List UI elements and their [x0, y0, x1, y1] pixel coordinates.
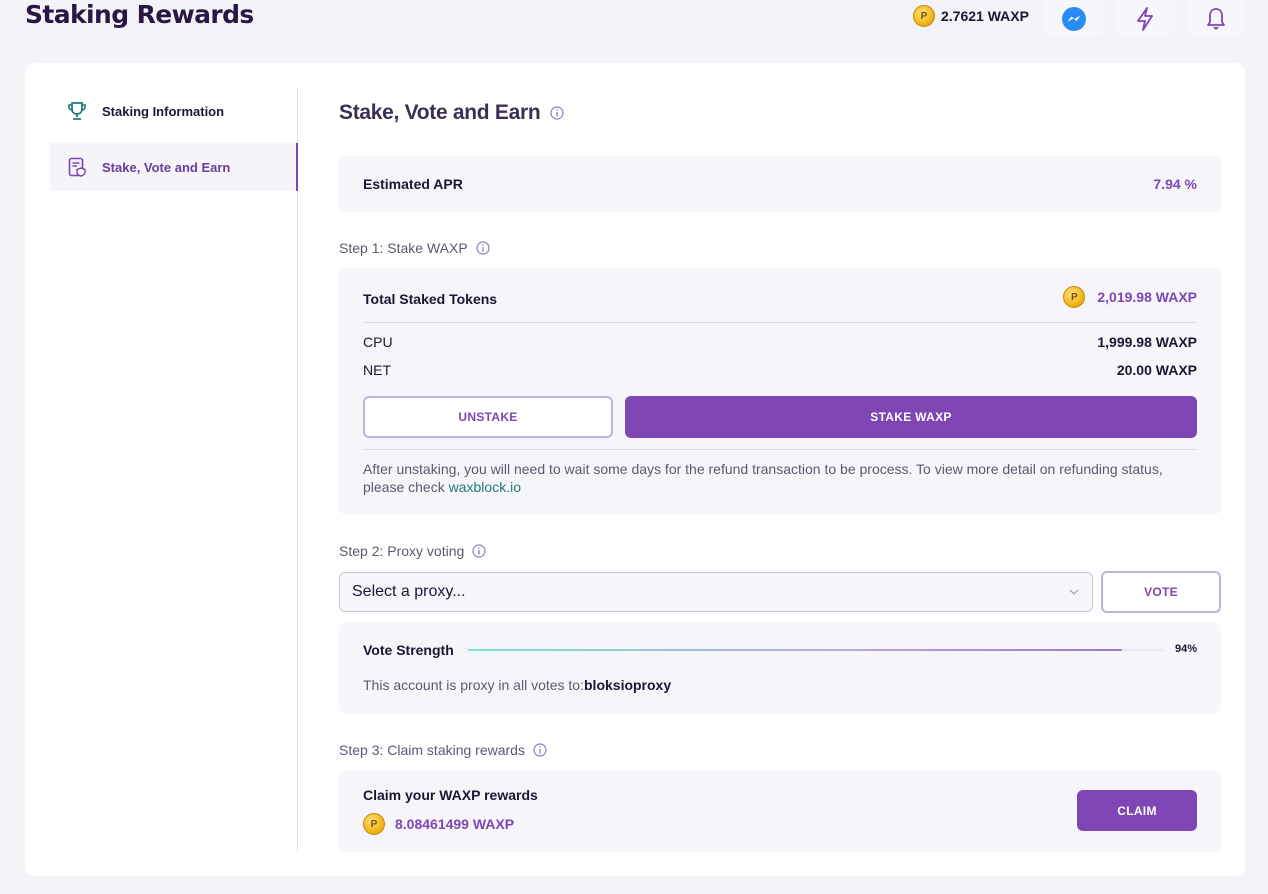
lightning-button[interactable] — [1115, 0, 1175, 38]
info-icon[interactable] — [550, 106, 564, 120]
total-staked-value: 2,019.98 WAXP — [1097, 289, 1197, 305]
divider — [363, 322, 1197, 323]
step2-label: Step 2: Proxy voting — [339, 543, 486, 559]
net-label: NET — [363, 362, 391, 378]
step1-label: Step 1: Stake WAXP — [339, 240, 490, 256]
sidebar-item-stake-vote-earn[interactable]: Stake, Vote and Earn — [50, 143, 298, 191]
content-card: Staking Information Stake, Vote and Earn… — [25, 63, 1245, 876]
section-title: Stake, Vote and Earn — [339, 101, 564, 125]
info-icon[interactable] — [472, 544, 486, 558]
unstake-button[interactable]: UNSTAKE — [363, 396, 613, 438]
step2-label-text: Step 2: Proxy voting — [339, 543, 465, 559]
document-shield-icon — [68, 157, 86, 177]
coin-icon: P — [363, 813, 385, 835]
page-title: Staking Rewards — [25, 0, 254, 29]
total-staked-label: Total Staked Tokens — [363, 291, 498, 307]
claim-amount: P 8.08461499 WAXP — [363, 813, 514, 835]
step1-label-text: Step 1: Stake WAXP — [339, 240, 468, 256]
coin-icon: P — [1063, 286, 1086, 308]
bell-icon — [1207, 8, 1225, 30]
section-title-text: Stake, Vote and Earn — [339, 101, 541, 124]
wallet-balance[interactable]: P 2.7621 WAXP — [913, 4, 1029, 28]
claim-amount-value: 8.08461499 WAXP — [395, 816, 515, 832]
vote-button[interactable]: VOTE — [1101, 571, 1221, 613]
proxy-info-text: This account is proxy in all votes to: — [363, 677, 584, 693]
sidebar-item-label: Stake, Vote and Earn — [102, 159, 231, 175]
cpu-label: CPU — [363, 334, 393, 350]
sidebar-item-label: Staking Information — [102, 103, 225, 119]
step3-label-text: Step 3: Claim staking rewards — [339, 742, 525, 758]
notifications-button[interactable] — [1186, 0, 1246, 38]
chevron-down-icon — [1069, 589, 1079, 595]
stake-waxp-button[interactable]: STAKE WAXP — [625, 396, 1197, 438]
coin-icon: P — [913, 5, 935, 27]
vote-strength-panel: Vote Strength 94% This account is proxy … — [339, 622, 1221, 714]
vote-strength-bar — [468, 649, 1164, 651]
proxy-name: bloksioproxy — [584, 677, 672, 693]
proxy-select-placeholder: Select a proxy... — [352, 583, 466, 600]
total-staked: P 2,019.98 WAXP — [1063, 286, 1197, 308]
cpu-value: 1,999.98 WAXP — [1097, 334, 1197, 350]
lightning-icon — [1137, 7, 1153, 31]
vote-strength-label: Vote Strength — [363, 642, 454, 658]
apr-panel: Estimated APR 7.94 % — [339, 156, 1221, 212]
claim-panel: Claim your WAXP rewards P 8.08461499 WAX… — [339, 770, 1221, 852]
step3-label: Step 3: Claim staking rewards — [339, 742, 547, 758]
apr-label: Estimated APR — [363, 176, 463, 192]
unstake-note: After unstaking, you will need to wait s… — [363, 460, 1201, 496]
stake-panel: Total Staked Tokens P 2,019.98 WAXP CPU … — [339, 268, 1221, 515]
messenger-button[interactable] — [1044, 0, 1104, 38]
claim-button[interactable]: CLAIM — [1077, 790, 1197, 831]
sidebar-item-staking-information[interactable]: Staking Information — [50, 87, 298, 135]
apr-value: 7.94 % — [1153, 176, 1197, 192]
vote-strength-fill — [468, 649, 1123, 651]
waxblock-link[interactable]: waxblock.io — [449, 479, 521, 495]
claim-title: Claim your WAXP rewards — [363, 787, 538, 803]
info-icon[interactable] — [533, 743, 547, 757]
proxy-select[interactable]: Select a proxy... — [339, 572, 1093, 612]
proxy-info: This account is proxy in all votes to:bl… — [363, 677, 671, 693]
balance-value: 2.7621 WAXP — [941, 8, 1029, 24]
net-value: 20.00 WAXP — [1116, 362, 1197, 378]
trophy-icon — [68, 102, 86, 120]
sidebar: Staking Information Stake, Vote and Earn — [50, 87, 298, 852]
vote-strength-value: 94% — [1174, 643, 1197, 655]
info-icon[interactable] — [476, 241, 490, 255]
messenger-icon — [1062, 7, 1086, 31]
top-bar: Staking Rewards P 2.7621 WAXP — [0, 0, 1268, 44]
divider — [363, 449, 1197, 450]
